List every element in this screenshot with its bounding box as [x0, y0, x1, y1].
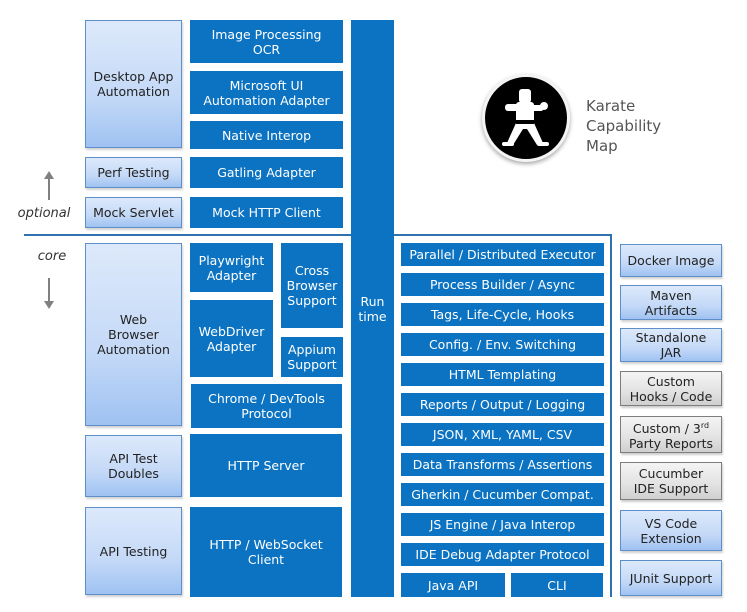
dist-custom-hooks-code: Custom Hooks / Code: [620, 371, 722, 406]
component-webdriver-adapter: WebDriver Adapter: [190, 300, 273, 377]
interface-cli: CLI: [511, 573, 603, 597]
component-chrome-devtools-protocol: Chrome / DevTools Protocol: [191, 384, 342, 428]
dist-vscode-extension: VS Code Extension: [620, 510, 722, 551]
karate-logo: [482, 74, 570, 162]
category-api-test-doubles: API Test Doubles: [85, 435, 182, 497]
arrow-down-icon: [44, 301, 54, 309]
engine-row: Gherkin / Cucumber Compat.: [401, 483, 604, 506]
dist-maven-artifacts: Maven Artifacts: [620, 285, 722, 320]
dist-custom-3rd-line1: Custom / 3rd: [632, 420, 710, 437]
engine-row: JS Engine / Java Interop: [401, 513, 604, 536]
component-image-processing-ocr: Image Processing OCR: [190, 20, 343, 63]
category-web-browser-automation: Web Browser Automation: [85, 243, 182, 426]
engine-row: Config. / Env. Switching: [401, 333, 604, 356]
dist-custom-3rd-party-reports: Custom / 3rd Party Reports: [620, 416, 722, 453]
component-cross-browser-support: Cross Browser Support: [281, 243, 343, 328]
category-mock-servlet: Mock Servlet: [85, 197, 182, 228]
dist-cucumber-ide-support: Cucumber IDE Support: [620, 462, 722, 500]
engine-row: Parallel / Distributed Executor: [401, 243, 604, 266]
engine-row: IDE Debug Adapter Protocol: [401, 543, 604, 566]
layer-separator: [24, 234, 351, 236]
arrow-down-shaft: [48, 278, 50, 302]
component-appium-support: Appium Support: [281, 337, 343, 377]
arrow-up-icon: [44, 171, 54, 179]
engine-row: Data Transforms / Assertions: [401, 453, 604, 476]
karate-figure-icon: [502, 89, 549, 146]
interface-java-api: Java API: [401, 573, 505, 597]
category-api-testing: API Testing: [85, 507, 182, 595]
component-mock-http-client: Mock HTTP Client: [190, 197, 343, 228]
runtime-column: Run time: [351, 20, 394, 597]
engine-row: Tags, Life-Cycle, Hooks: [401, 303, 604, 326]
arrow-up-shaft: [48, 178, 50, 200]
component-playwright-adapter: Playwright Adapter: [190, 243, 273, 292]
component-gatling-adapter: Gatling Adapter: [190, 157, 343, 188]
category-perf-testing: Perf Testing: [85, 157, 182, 188]
runtime-label: Run time: [358, 293, 387, 324]
core-label: core: [37, 249, 67, 264]
engine-row: Reports / Output / Logging: [401, 393, 604, 416]
engine-row: JSON, XML, YAML, CSV: [401, 423, 604, 446]
component-http-websocket-client: HTTP / WebSocket Client: [190, 507, 342, 597]
component-native-interop: Native Interop: [190, 121, 343, 149]
engine-row: HTML Templating: [401, 363, 604, 386]
dist-junit-support: JUnit Support: [620, 560, 722, 596]
component-microsoft-ui-automation: Microsoft UI Automation Adapter: [190, 71, 343, 114]
category-desktop-app-automation: Desktop App Automation: [85, 20, 182, 148]
component-http-server: HTTP Server: [190, 434, 342, 497]
engine-row: Process Builder / Async: [401, 273, 604, 296]
dist-docker-image: Docker Image: [620, 244, 722, 277]
dist-standalone-jar: Standalone JAR: [620, 328, 722, 362]
dist-custom-3rd-line2: Party Reports: [629, 436, 713, 452]
diagram-title: Karate Capability Map: [586, 97, 662, 155]
optional-label: optional: [17, 206, 71, 221]
